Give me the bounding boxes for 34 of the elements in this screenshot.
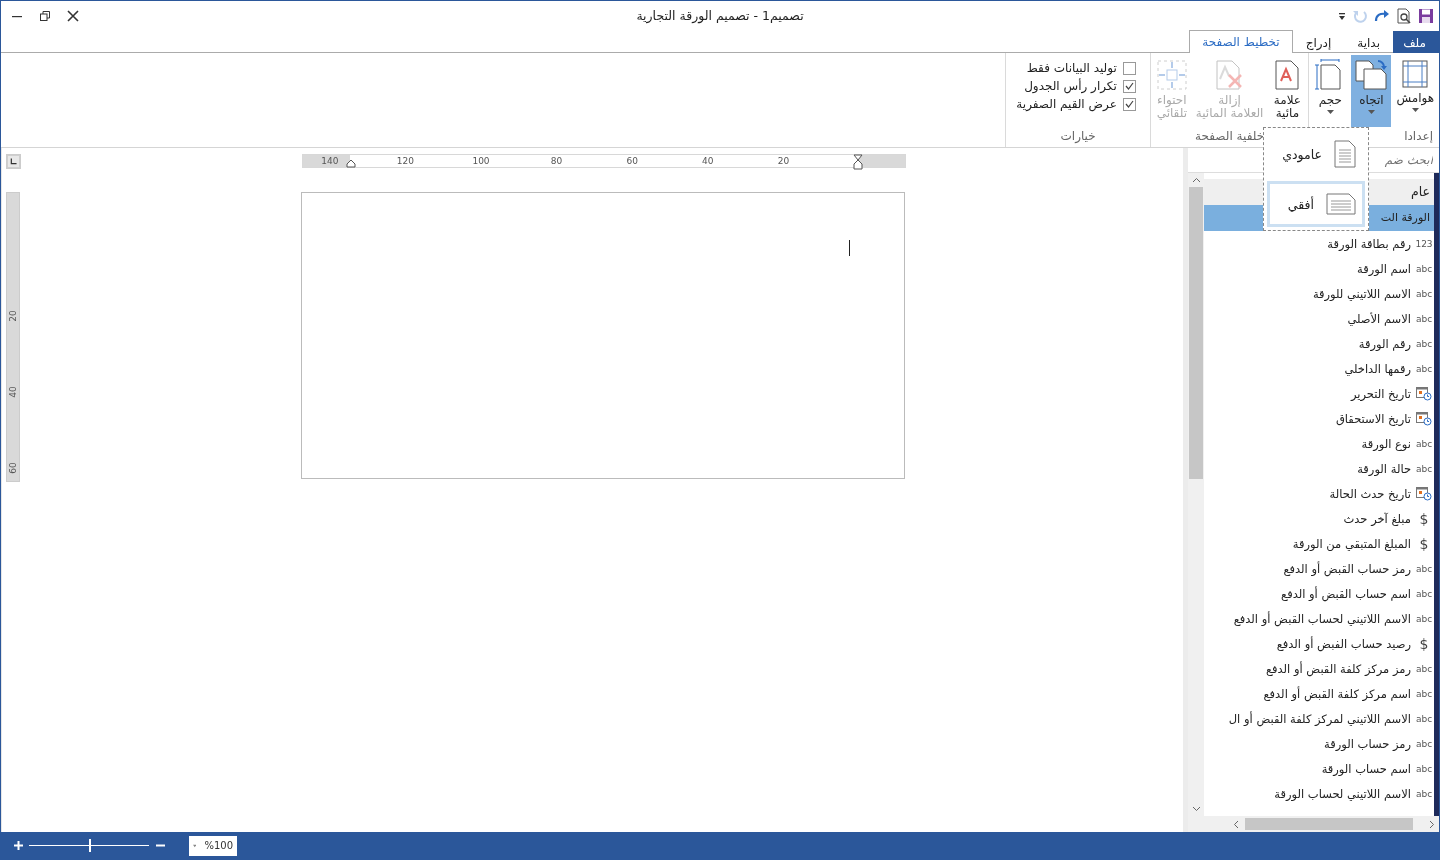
type-label: abc [1415, 688, 1433, 699]
type-label: abc [1415, 288, 1433, 299]
type-label: abc [1415, 438, 1433, 449]
ruler-number: 60 [626, 155, 638, 167]
type-label: abc [1415, 738, 1433, 749]
type-label: abc [1415, 713, 1433, 724]
ruler-number: 40 [8, 386, 18, 398]
window-title: تصميم1 - تصميم الورقة التجارية [636, 8, 804, 23]
type-label: abc [1415, 613, 1433, 624]
type-label: abc [1415, 313, 1433, 324]
ruler-number: 20 [8, 310, 18, 322]
ruler-number: 120 [396, 155, 414, 167]
type-label: 123 [1415, 238, 1433, 249]
ruler-number: 140 [321, 155, 339, 167]
type-label: $ [1419, 635, 1429, 652]
type-label: abc [1415, 263, 1433, 274]
ruler-number: 20 [777, 155, 790, 167]
type-label: $ [1419, 535, 1429, 552]
type-label: abc [1415, 788, 1433, 799]
type-label: abc [1415, 463, 1433, 474]
ruler-number: 60 [8, 462, 18, 474]
type-label: abc [1415, 588, 1433, 599]
type-label: $ [1419, 510, 1429, 527]
type-label: abc [1415, 763, 1433, 774]
type-label: abc [1415, 363, 1433, 374]
ruler-number: 40 [702, 155, 714, 167]
type-label: abc [1415, 338, 1433, 349]
type-label: abc [1415, 663, 1433, 674]
ruler-number: 80 [550, 155, 563, 167]
group-label: إعدادا [1403, 129, 1434, 145]
type-label: abc [1415, 563, 1433, 574]
group-label: خلفية الصفحة [1194, 129, 1266, 145]
group-label: خيارات [1059, 129, 1097, 145]
ruler-number: 100 [472, 155, 490, 167]
